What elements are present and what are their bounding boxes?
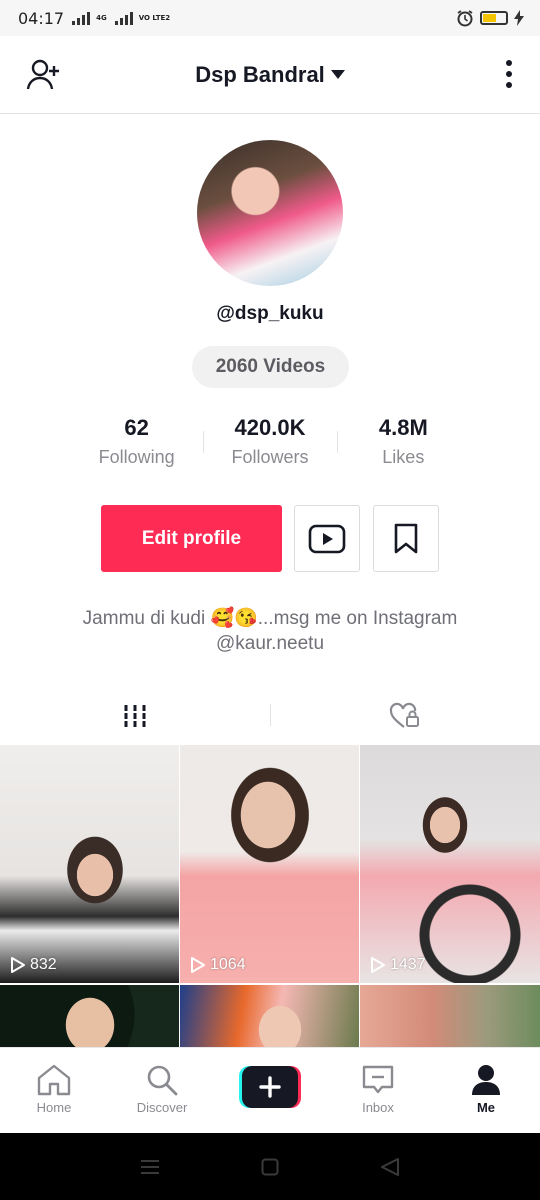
bio-link[interactable]: @kaur.neetu <box>40 631 500 656</box>
stat-label: Likes <box>382 447 425 467</box>
page-title: Dsp Bandral <box>195 61 325 87</box>
profile-bio: Jammu di kudi 🥰😘...msg me on Instagram @… <box>40 606 500 656</box>
profile-header: Dsp Bandral <box>0 36 540 114</box>
video-thumbnail[interactable] <box>360 985 540 1047</box>
video-thumbnail[interactable]: 832 <box>0 745 179 983</box>
youtube-icon <box>308 524 346 553</box>
nav-label: Home <box>36 1100 72 1115</box>
status-time: 04:17 <box>18 8 65 28</box>
nav-create[interactable] <box>216 1048 324 1133</box>
stat-label: Following <box>98 447 175 467</box>
tab-liked-private[interactable] <box>270 690 540 742</box>
video-thumbnail[interactable]: 1064 <box>180 745 359 983</box>
stat-value: 420.0K <box>234 415 306 440</box>
charging-icon <box>514 10 524 26</box>
heart-lock-icon <box>389 702 419 728</box>
profile-handle: @dsp_kuku <box>216 303 324 324</box>
video-thumbnail[interactable]: 1437 <box>360 745 540 983</box>
favorites-button[interactable] <box>373 505 439 572</box>
username-dropdown[interactable]: Dsp Bandral <box>195 62 345 88</box>
nav-label: Discover <box>136 1100 188 1115</box>
bookmark-icon <box>394 523 418 553</box>
profile-stats: 62 Following 420.0K Followers 4.8M Likes <box>70 415 470 471</box>
volte-indicator: VO LTE2 <box>138 13 171 22</box>
more-options-icon[interactable] <box>506 60 512 88</box>
view-count-value: 1437 <box>390 956 426 973</box>
nav-inbox[interactable]: Inbox <box>324 1048 432 1133</box>
alarm-icon <box>457 10 473 27</box>
video-thumbnail[interactable] <box>0 985 179 1047</box>
content-tabs <box>0 690 540 742</box>
bio-line: Jammu di kudi 🥰😘...msg me on Instagram <box>82 608 458 629</box>
chevron-down-icon <box>330 69 345 79</box>
status-bar: 04:17 4G VO LTE2 <box>0 0 540 36</box>
nav-label: Me <box>476 1100 496 1115</box>
signal-icon-2 <box>114 11 133 25</box>
video-grid: 832 1064 1437 <box>0 745 540 1047</box>
view-count-value: 1064 <box>210 956 246 973</box>
nav-label: Inbox <box>362 1100 394 1115</box>
view-count: 1064 <box>190 956 246 974</box>
nav-discover[interactable]: Discover <box>108 1048 216 1133</box>
stat-label: Followers <box>231 447 309 467</box>
nav-me[interactable]: Me <box>432 1048 540 1133</box>
stat-value: 4.8M <box>378 415 428 440</box>
play-icon <box>371 957 385 973</box>
stat-following[interactable]: 62 Following <box>70 415 203 471</box>
create-button[interactable] <box>239 1066 301 1108</box>
play-icon <box>11 957 25 973</box>
stat-value: 62 <box>124 415 149 440</box>
home-square-icon[interactable] <box>261 1158 279 1176</box>
stat-followers[interactable]: 420.0K Followers <box>203 415 336 471</box>
tab-videos[interactable] <box>0 690 270 742</box>
inbox-icon <box>362 1065 394 1094</box>
system-nav-bar <box>0 1133 540 1200</box>
back-icon[interactable] <box>380 1157 400 1177</box>
bottom-nav: Home Discover Inbox Me <box>0 1047 540 1133</box>
play-icon <box>191 957 205 973</box>
network-type: 4G <box>96 13 107 22</box>
view-count-value: 832 <box>30 956 57 973</box>
videos-count-badge[interactable]: 2060 Videos <box>192 346 349 388</box>
plus-icon <box>259 1076 281 1098</box>
avatar[interactable] <box>197 140 343 286</box>
view-count: 832 <box>10 956 57 974</box>
add-user-icon[interactable] <box>26 58 62 92</box>
signal-icon <box>72 11 91 25</box>
recent-apps-icon[interactable] <box>140 1159 160 1175</box>
battery-icon <box>480 11 508 25</box>
video-thumbnail[interactable] <box>180 985 359 1047</box>
edit-profile-button[interactable]: Edit profile <box>101 505 282 572</box>
profile-icon <box>472 1065 500 1095</box>
view-count: 1437 <box>370 956 426 974</box>
youtube-button[interactable] <box>294 505 360 572</box>
grid-icon <box>122 705 148 727</box>
stat-likes[interactable]: 4.8M Likes <box>336 415 470 471</box>
search-icon <box>147 1065 178 1096</box>
nav-home[interactable]: Home <box>0 1048 108 1133</box>
home-icon <box>37 1064 71 1096</box>
